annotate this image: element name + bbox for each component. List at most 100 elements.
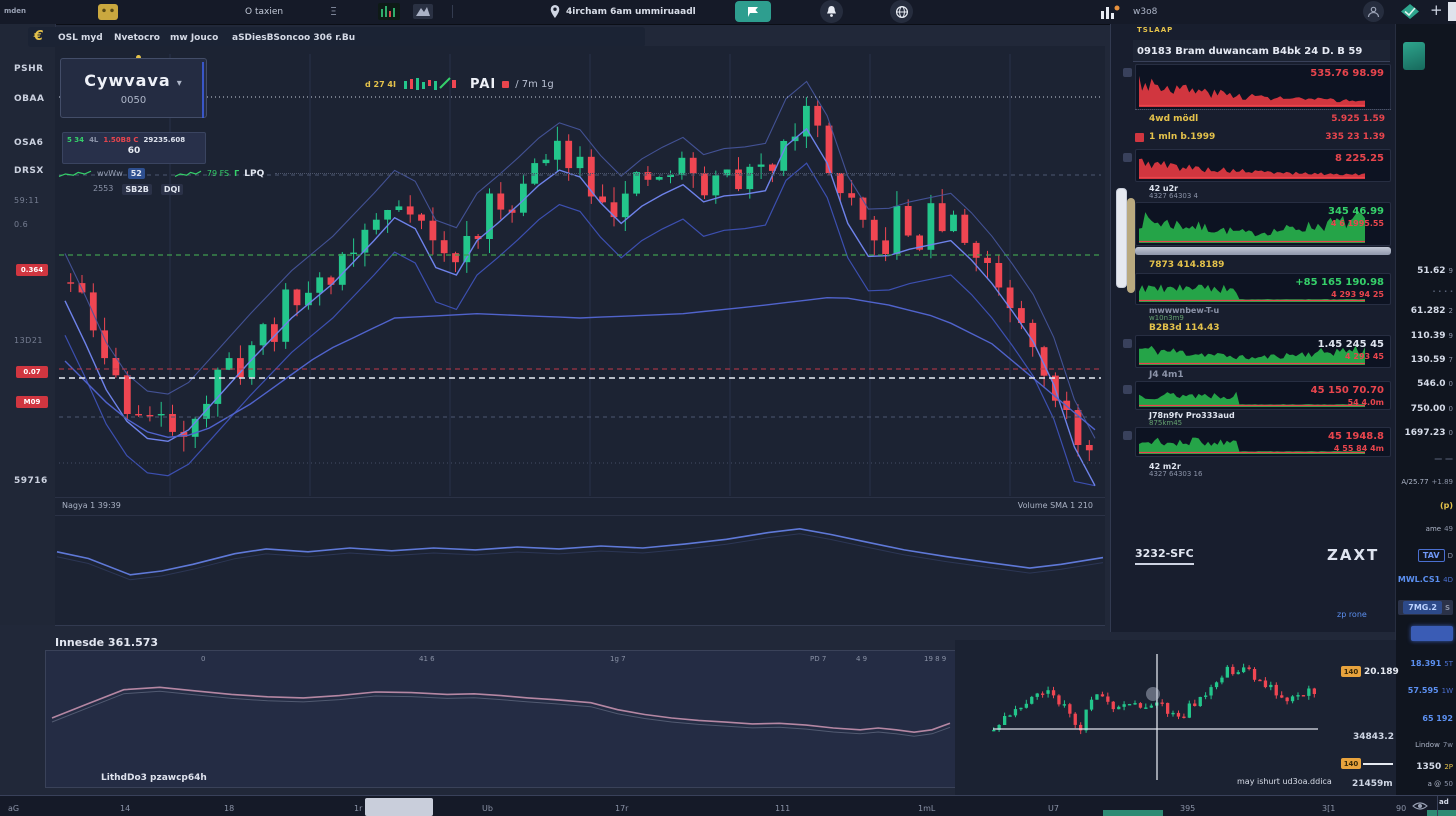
indicator-panel-box[interactable]: LithdDo3 pzawcp64h 041 61g 7PD 74 919 8 … — [45, 650, 957, 788]
watchlist-text-row[interactable] — [1135, 247, 1391, 255]
stats-icon[interactable] — [1100, 4, 1120, 19]
quote-row: A/25.77+1.89 — [1398, 478, 1453, 486]
legend-chip[interactable]: SB2B — [122, 184, 152, 195]
watchlist-text-row[interactable]: mwwwnbew-T-uw10n3m9 — [1135, 305, 1391, 320]
notifications-button[interactable] — [820, 0, 843, 23]
price-axis-label: 0.6 — [14, 220, 28, 229]
mini-chart-footer: may ishurt ud3oa.ddica — [1237, 777, 1332, 786]
title-red-chip — [502, 81, 509, 88]
time-axis-label: 18 — [224, 804, 234, 813]
mini-value: 20.189 — [1364, 667, 1399, 677]
add-button[interactable]: + — [1430, 3, 1443, 18]
scrollbar-thumb-secondary[interactable] — [1127, 198, 1135, 293]
title-symbol: PAI — [470, 77, 496, 92]
menubar-item[interactable]: aSDiesBSoncoo 306 r.Bu — [232, 33, 355, 43]
quote-row: — — — [1398, 454, 1453, 463]
scrollbar-thumb[interactable] — [1116, 188, 1127, 288]
legend-chip[interactable]: 52 — [128, 168, 145, 179]
flag-button[interactable] — [735, 1, 771, 22]
quote-row: 61.2822 — [1398, 306, 1453, 316]
quote-row: Lindow7w — [1398, 741, 1453, 749]
menubar-item[interactable]: OSL myd — [58, 33, 103, 43]
quote-row: 546.00 — [1398, 379, 1453, 389]
axis-corner-divider — [1437, 796, 1438, 816]
symbol-selector[interactable]: Cywvava▾ 0050 — [60, 58, 207, 118]
watchlist-text-row[interactable]: 42 m2r4327 64303 16 — [1135, 461, 1391, 479]
indicator-axis-label: 19 8 9 — [924, 655, 946, 663]
app-logo-icon[interactable] — [98, 4, 118, 20]
sidebar-tab[interactable]: 3232-SFC — [1135, 547, 1194, 565]
watchlist-text-row[interactable]: 4wd mödl5.925 1.59 — [1135, 112, 1391, 128]
quote-row[interactable] — [1398, 626, 1453, 641]
search-label[interactable]: O taxien — [245, 8, 283, 17]
horizontal-scrollbar-thumb[interactable] — [365, 798, 433, 816]
ohlc-value: 1.50B8 C — [103, 136, 138, 144]
quote-value: 65 192 — [1422, 714, 1453, 723]
status-text: 4ircham 6am ummiruaadl — [566, 8, 696, 17]
watchlist-rows: 535.76 98.99 4wd mödl5.925 1.59 1 mln b.19… — [1111, 24, 1396, 632]
quote-row: 13502P — [1398, 762, 1453, 772]
sparkline-icon — [174, 169, 202, 179]
sidebar-link[interactable]: zp rone — [1337, 610, 1367, 619]
quote-value: Lindow — [1415, 741, 1440, 749]
quote-row[interactable]: 7MG.2S — [1398, 600, 1453, 615]
volume-pane-canvas[interactable] — [55, 515, 1105, 625]
price-axis-label: 13D21 — [14, 336, 43, 345]
watchlist-row[interactable]: 45 1948.84 55 84 4m — [1135, 427, 1391, 457]
location-pin-icon[interactable] — [549, 4, 561, 19]
pane-divider[interactable] — [55, 497, 1105, 516]
mountain-icon[interactable] — [413, 4, 433, 19]
topbar-corner-handle[interactable] — [1448, 2, 1456, 21]
menubar-logo[interactable]: € — [34, 30, 43, 43]
alert-badge — [1135, 133, 1144, 142]
title-prefix: d 27 4I — [365, 80, 396, 89]
watchlist-text-row[interactable]: 1 mln b.1999335 23 1.39 — [1135, 130, 1391, 146]
title-timeframe: / 7m 1g — [515, 79, 554, 90]
indicator-legend-1: wvWw 52 79 FS Γ LPQ — [58, 168, 895, 179]
title-candles-icon — [402, 76, 464, 92]
quote-row: 1697.230 — [1398, 428, 1453, 438]
indicator-axis-label: 4 9 — [856, 655, 867, 663]
watchlist-text-row[interactable]: 7873 414.8189 — [1135, 258, 1391, 271]
watchlist-text-row[interactable]: J78n9fv Pro333aud875km45 — [1135, 410, 1391, 425]
strip-chart-thumb[interactable] — [1403, 42, 1425, 70]
chart-thumbnail-icon[interactable] — [378, 3, 400, 20]
watchlist-row[interactable]: 8 225.25 — [1135, 149, 1391, 182]
row-sparkline — [1137, 152, 1367, 179]
mini-value: 21459m — [1352, 779, 1393, 789]
watchlist-row[interactable]: 535.76 98.99 — [1135, 64, 1391, 110]
symbol-sub: 0050 — [61, 95, 206, 106]
watchlist-text-row[interactable]: J4 4m1 — [1135, 368, 1391, 379]
menubar-item[interactable]: Nvetocro — [114, 33, 160, 43]
quote-value: 51.62 — [1417, 266, 1445, 276]
watchlist-row[interactable]: 345 46.994 6 1995.55 — [1135, 202, 1391, 246]
account-button[interactable] — [1363, 1, 1384, 22]
mini-chart-canvas[interactable] — [965, 648, 1345, 783]
eye-icon[interactable] — [1412, 801, 1428, 811]
quote-row: 65 192 — [1398, 714, 1453, 723]
row-icon — [1123, 153, 1132, 162]
watchlist-text-row[interactable]: 42 u2r4327 64303 4 — [1135, 183, 1391, 199]
quote-chip[interactable]: 7MG.2 — [1403, 601, 1442, 614]
time-axis-label: 3[1 — [1322, 804, 1335, 813]
row-label: B2B3d 114.43 — [1149, 323, 1220, 333]
quote-badge[interactable]: TAV — [1418, 549, 1445, 562]
watchlist-row[interactable]: 1.45 245 454 293 45 — [1135, 335, 1391, 368]
price-chart-canvas[interactable] — [55, 46, 1105, 505]
watchlist-row[interactable]: 45 150 70.7054 4.0m — [1135, 381, 1391, 410]
watchlist-row[interactable]: +85 165 190.984 293 94 25 — [1135, 273, 1391, 305]
menubar-item[interactable]: mw Jouco — [170, 33, 218, 43]
legend-chip[interactable]: DQl — [161, 184, 183, 195]
time-axis-label: Ub — [482, 804, 493, 813]
globe-button[interactable] — [890, 0, 913, 23]
quote-row[interactable]: TAVD — [1398, 549, 1453, 562]
watchlist-text-row[interactable]: B2B3d 114.43 — [1135, 321, 1391, 333]
gem-icon[interactable] — [1399, 3, 1421, 20]
quote-button[interactable] — [1411, 626, 1453, 641]
legend-bracket: Γ — [234, 169, 239, 178]
row-sublabel: 4327 64303 4 — [1149, 192, 1198, 200]
quote-row: 130.597 — [1398, 355, 1453, 365]
filter-icon[interactable]: Ξ — [330, 6, 337, 17]
row-label: 7873 414.8189 — [1149, 260, 1224, 270]
row-sublabel: 4327 64303 16 — [1149, 470, 1202, 478]
